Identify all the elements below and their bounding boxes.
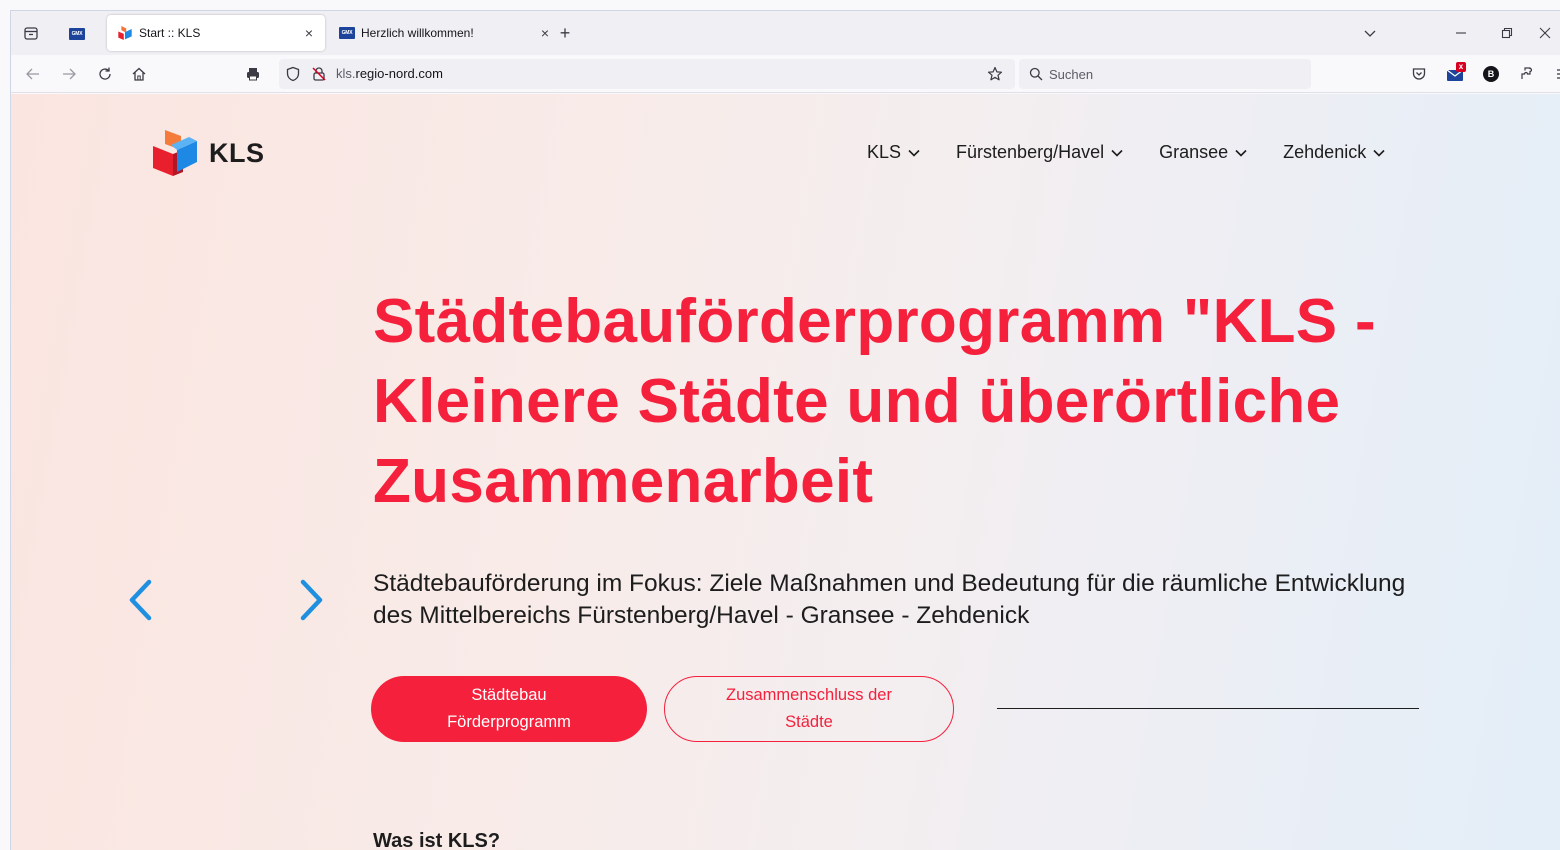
url-text[interactable]: kls.regio-nord.com xyxy=(336,66,443,81)
chevron-down-icon xyxy=(1235,147,1247,159)
print-icon[interactable] xyxy=(243,64,263,84)
hero-subtitle: Städtebauförderung im Fokus: Ziele Maßna… xyxy=(373,570,1406,629)
divider-line xyxy=(997,708,1419,709)
profile-icon[interactable]: B xyxy=(1473,59,1509,89)
search-icon xyxy=(1027,65,1045,83)
bookmark-star-icon[interactable] xyxy=(985,64,1005,84)
tab-overview-icon[interactable] xyxy=(21,23,41,43)
insecure-lock-icon[interactable] xyxy=(309,64,329,84)
page-content: KLS KLS Fürstenberg/Havel Gransee Zehden… xyxy=(11,94,1560,850)
tab-bar: GMX Start :: KLS × GMX Herzlich willkomm… xyxy=(11,11,1560,55)
site-logo[interactable]: KLS xyxy=(153,130,265,176)
mail-badge: x xyxy=(1456,62,1466,72)
chevron-down-icon xyxy=(1111,147,1123,159)
gmx-icon: GMX xyxy=(339,25,355,41)
section-heading: Was ist KLS? xyxy=(373,830,501,850)
back-icon[interactable] xyxy=(23,64,43,84)
window-controls xyxy=(1360,11,1560,55)
nav-item-label: Zehdenick xyxy=(1283,142,1367,162)
logo-text: KLS xyxy=(209,137,265,168)
home-icon[interactable] xyxy=(129,64,149,84)
new-tab-button[interactable]: + xyxy=(555,23,575,43)
minimize-icon[interactable] xyxy=(1438,11,1484,55)
nav-item-kls[interactable]: KLS xyxy=(867,142,920,163)
tab-herzlich-willkommen[interactable]: GMX Herzlich willkommen! × xyxy=(329,15,561,51)
nav-item-label: Gransee xyxy=(1159,142,1229,162)
slider-prev-arrow-icon[interactable] xyxy=(125,578,155,622)
kls-logo-icon xyxy=(117,25,133,41)
nav-item-zehdenick[interactable]: Zehdenick xyxy=(1283,142,1385,163)
toolbar-extensions: x B xyxy=(1401,55,1560,93)
chevron-down-icon xyxy=(1373,147,1385,159)
search-bar[interactable] xyxy=(1019,59,1311,89)
gmx-icon: GMX xyxy=(69,28,85,40)
kls-logo-icon xyxy=(153,130,197,176)
nav-item-label: KLS xyxy=(867,142,902,162)
address-bar[interactable]: kls.regio-nord.com xyxy=(279,59,1015,89)
mail-extension-icon[interactable]: x xyxy=(1437,59,1473,89)
navigation-toolbar: kls.regio-nord.com x B xyxy=(11,55,1560,93)
search-input[interactable] xyxy=(1049,65,1299,83)
nav-item-label: Fürstenberg/Havel xyxy=(956,142,1105,162)
pinned-tab-gmx[interactable]: GMX xyxy=(65,23,89,45)
restore-icon[interactable] xyxy=(1484,11,1530,55)
nav-item-gransee[interactable]: Gransee xyxy=(1159,142,1247,163)
close-tab-icon[interactable]: × xyxy=(535,23,555,43)
menu-icon[interactable] xyxy=(1545,59,1560,89)
tracking-shield-icon[interactable] xyxy=(283,64,303,84)
nav-item-fuerstenberg-havel[interactable]: Fürstenberg/Havel xyxy=(956,142,1123,163)
close-window-icon[interactable] xyxy=(1530,11,1560,55)
url-domain: regio-nord.com xyxy=(355,66,443,81)
list-all-tabs-icon[interactable] xyxy=(1360,23,1380,43)
tab-start-kls[interactable]: Start :: KLS × xyxy=(107,15,325,51)
tab-title: Herzlich willkommen! xyxy=(361,26,474,40)
hero-title: Städtebauförderprogramm "KLS - Kleinere … xyxy=(373,287,1376,516)
zusammenschluss-der-staedte-button[interactable]: Zusammenschluss der Städte xyxy=(664,676,954,742)
url-subdomain: kls. xyxy=(336,66,356,81)
reload-icon[interactable] xyxy=(95,64,115,84)
slider-next-arrow-icon[interactable] xyxy=(297,578,327,622)
extensions-icon[interactable] xyxy=(1509,59,1545,89)
close-tab-icon[interactable]: × xyxy=(299,23,319,43)
main-navigation: KLS Fürstenberg/Havel Gransee Zehdenick xyxy=(867,142,1385,163)
pocket-icon[interactable] xyxy=(1401,59,1437,89)
staedtebau-foerderprogramm-button[interactable]: Städtebau Förderprogramm xyxy=(371,676,647,742)
chevron-down-icon xyxy=(908,147,920,159)
tab-title: Start :: KLS xyxy=(139,26,201,40)
forward-icon[interactable] xyxy=(59,64,79,84)
